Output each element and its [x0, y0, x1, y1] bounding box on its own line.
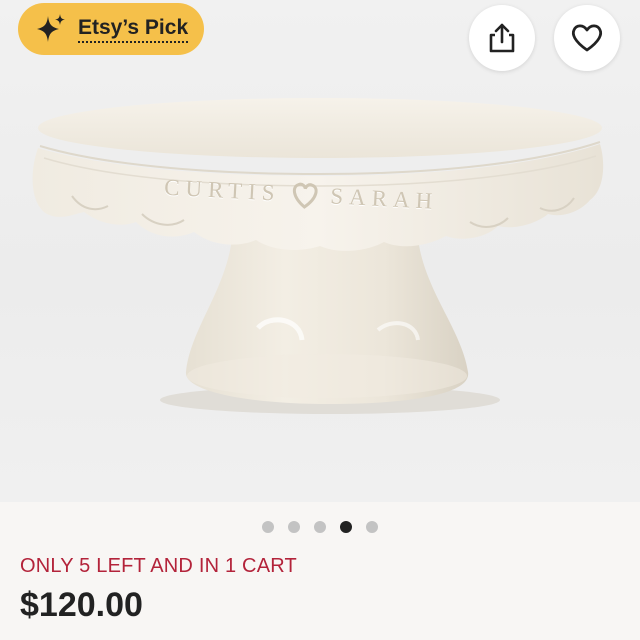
carousel-dot[interactable]	[314, 521, 326, 533]
stock-notice: ONLY 5 LEFT AND IN 1 CART	[20, 555, 297, 577]
heart-icon	[571, 24, 603, 52]
sparkle-icon	[37, 14, 65, 42]
carousel-dot[interactable]	[366, 521, 378, 533]
carousel-dot[interactable]	[262, 521, 274, 533]
favorite-button[interactable]	[554, 5, 620, 71]
carousel-dot-active[interactable]	[340, 521, 352, 533]
cake-stand-image	[32, 98, 604, 414]
product-image-area[interactable]: CURTIS SARAH Etsy’s Pick	[0, 0, 640, 502]
engraving-right-text: SARAH	[329, 183, 439, 214]
engraved-heart-icon	[290, 180, 321, 210]
share-icon	[489, 23, 515, 53]
carousel-dot[interactable]	[288, 521, 300, 533]
carousel-indicator[interactable]	[0, 521, 640, 533]
listing-info: ONLY 5 LEFT AND IN 1 CART $120.00	[0, 502, 640, 640]
engraving-left-text: CURTIS	[163, 174, 282, 206]
etsys-pick-label: Etsy’s Pick	[78, 16, 189, 43]
price: $120.00	[20, 586, 143, 624]
share-button[interactable]	[469, 5, 535, 71]
etsys-pick-badge[interactable]: Etsy’s Pick	[18, 3, 204, 55]
